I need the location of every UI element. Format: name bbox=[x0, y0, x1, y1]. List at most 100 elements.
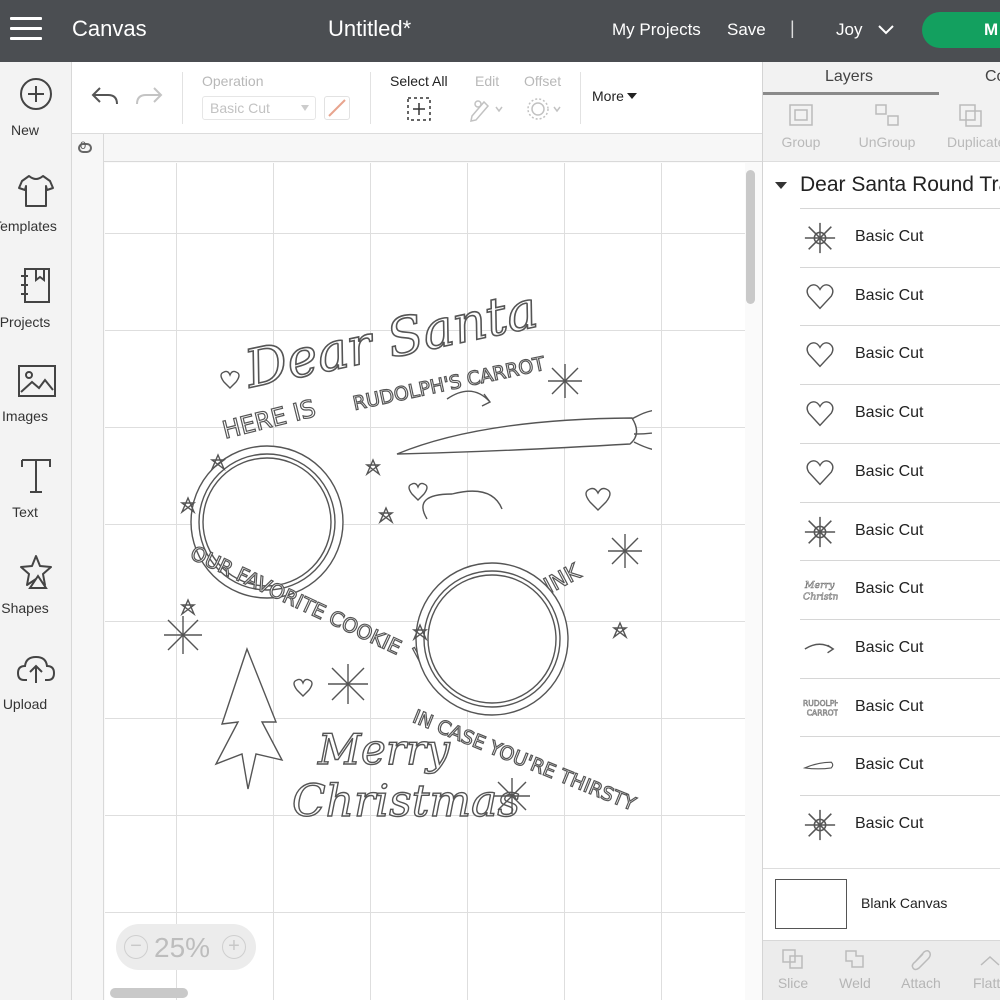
duplicate-button[interactable]: Duplicate bbox=[947, 96, 1000, 150]
canvas-area[interactable]: Dear Santa RUDOLPH'S CARROT HERE IS OUR … bbox=[72, 134, 762, 1000]
ungroup-button[interactable]: UnGroup bbox=[847, 96, 927, 150]
sidebar-label-images: Images bbox=[2, 408, 48, 424]
make-it-button[interactable]: M bbox=[922, 12, 1000, 48]
redo-icon[interactable] bbox=[134, 82, 164, 110]
layer-name: Basic Cut bbox=[855, 521, 924, 539]
divider bbox=[370, 72, 371, 124]
svg-text:CARROT: CARROT bbox=[807, 708, 838, 717]
layer-row[interactable]: Basic Cut bbox=[800, 501, 1000, 561]
layer-row[interactable]: Basic Cut bbox=[800, 618, 1000, 678]
layer-row[interactable]: Basic Cut bbox=[800, 325, 1000, 384]
tab-layers[interactable]: Layers bbox=[825, 68, 873, 86]
sidebar-item-shapes[interactable]: Shapes bbox=[0, 552, 72, 642]
save-button[interactable]: Save bbox=[727, 20, 766, 40]
active-tab-indicator bbox=[763, 92, 939, 95]
drink-ring-outer bbox=[415, 562, 569, 716]
operation-select[interactable]: Basic Cut bbox=[202, 96, 316, 120]
flatten-label: Flatten bbox=[973, 975, 1000, 991]
duplicate-label: Duplicate bbox=[947, 134, 1000, 150]
layer-row[interactable]: RUDOLPH'SCARROT Basic Cut bbox=[800, 677, 1000, 737]
caret-down-icon[interactable] bbox=[775, 182, 787, 189]
zoom-out-button[interactable]: − bbox=[124, 935, 148, 959]
svg-text:Christmas: Christmas bbox=[803, 592, 838, 603]
operation-label: Operation bbox=[202, 73, 264, 89]
undo-icon[interactable] bbox=[90, 82, 120, 110]
heart-icon bbox=[806, 342, 834, 368]
edit-label: Edit bbox=[475, 73, 500, 89]
vertical-scrollbar[interactable] bbox=[746, 170, 755, 304]
dear-santa-design[interactable]: Dear Santa RUDOLPH'S CARROT HERE IS OUR … bbox=[152, 294, 652, 834]
divider bbox=[580, 72, 581, 124]
more-label: More bbox=[592, 88, 624, 104]
group-label: Group bbox=[781, 134, 821, 150]
flatten-button[interactable]: Flatten bbox=[963, 947, 1000, 991]
layer-name: Basic Cut bbox=[855, 638, 924, 656]
menu-icon[interactable] bbox=[10, 17, 42, 43]
slice-label: Slice bbox=[777, 975, 809, 991]
select-all-icon[interactable] bbox=[406, 96, 432, 122]
edit-toolbar: Operation Basic Cut Select All Edit Offs… bbox=[72, 62, 762, 134]
separator: | bbox=[790, 18, 795, 38]
more-button[interactable]: More bbox=[592, 88, 637, 104]
ungroup-label: UnGroup bbox=[858, 134, 916, 150]
offset-icon[interactable] bbox=[524, 96, 564, 122]
pine-tree-shape bbox=[214, 646, 284, 790]
layer-row[interactable]: Basic Cut bbox=[800, 208, 1000, 267]
my-projects-link[interactable]: My Projects bbox=[612, 20, 701, 40]
layer-group-header[interactable]: Dear Santa Round Tray bbox=[763, 162, 1000, 208]
horizontal-scrollbar[interactable] bbox=[110, 988, 188, 998]
layer-row[interactable]: Basic Cut bbox=[800, 442, 1000, 502]
layer-group-name: Dear Santa Round Tray bbox=[800, 173, 1000, 196]
chevron-down-icon[interactable] bbox=[877, 22, 895, 36]
blank-canvas-row[interactable]: Blank Canvas bbox=[763, 868, 1000, 940]
attach-button[interactable]: Attach bbox=[891, 947, 951, 991]
notebook-icon bbox=[21, 268, 50, 303]
slice-button[interactable]: Slice bbox=[763, 947, 823, 991]
group-button[interactable]: Group bbox=[761, 96, 841, 150]
layer-name: Basic Cut bbox=[855, 286, 924, 304]
design-merry-text: Merry bbox=[317, 725, 451, 774]
zoom-in-button[interactable]: + bbox=[222, 935, 246, 959]
sidebar-item-text[interactable]: Text bbox=[0, 456, 72, 546]
layer-row[interactable]: Basic Cut bbox=[800, 384, 1000, 443]
left-sidebar: New Templates Projects Images Text Shape… bbox=[0, 62, 72, 1000]
tab-color-sync[interactable]: Color Sync bbox=[985, 68, 1000, 86]
select-all-label[interactable]: Select All bbox=[390, 73, 448, 89]
snowflake-icon bbox=[804, 222, 836, 254]
layer-row[interactable]: Basic Cut bbox=[800, 736, 1000, 795]
group-icon bbox=[789, 104, 813, 126]
document-title[interactable]: Untitled* bbox=[328, 16, 411, 42]
reindeer-sleigh-shape bbox=[422, 490, 503, 520]
layer-name: Basic Cut bbox=[855, 697, 924, 715]
sidebar-item-upload[interactable]: Upload bbox=[0, 650, 72, 740]
snowflake-shape bbox=[548, 364, 582, 398]
sidebar-item-projects[interactable]: Projects bbox=[0, 266, 72, 356]
bottom-actions: Slice Weld Attach Flatten bbox=[763, 940, 1000, 1000]
plus-circle-icon bbox=[20, 78, 52, 110]
snowflake-shape bbox=[328, 664, 368, 704]
image-icon bbox=[18, 365, 56, 397]
layer-name: Basic Cut bbox=[855, 756, 924, 774]
sidebar-label-new: New bbox=[10, 122, 39, 138]
sidebar-item-templates[interactable]: Templates bbox=[0, 172, 72, 262]
layer-row[interactable]: MerryChristmas Basic Cut bbox=[800, 560, 1000, 619]
edit-tools-icon[interactable] bbox=[468, 96, 506, 122]
sidebar-label-shapes: Shapes bbox=[1, 600, 49, 616]
sidebar-item-new[interactable]: New bbox=[0, 76, 72, 166]
weld-button[interactable]: Weld bbox=[825, 947, 885, 991]
carrot-icon bbox=[802, 761, 834, 770]
layer-row[interactable]: Basic Cut bbox=[800, 266, 1000, 326]
divider bbox=[182, 72, 183, 124]
ruler-origin-label: 0 bbox=[80, 140, 87, 152]
layer-row[interactable]: Basic Cut bbox=[800, 795, 1000, 854]
sidebar-item-images[interactable]: Images bbox=[0, 362, 72, 452]
pen-color-swatch[interactable] bbox=[324, 96, 350, 120]
heart-shape bbox=[293, 678, 313, 697]
cloud-upload-icon bbox=[16, 655, 56, 683]
sidebar-label-text: Text bbox=[12, 504, 38, 520]
svg-text:RUDOLPH'S: RUDOLPH'S bbox=[803, 699, 838, 708]
slash-icon bbox=[328, 99, 346, 117]
user-menu[interactable]: Joy bbox=[836, 20, 862, 40]
star-shape bbox=[364, 458, 382, 477]
operation-value: Basic Cut bbox=[210, 100, 270, 116]
